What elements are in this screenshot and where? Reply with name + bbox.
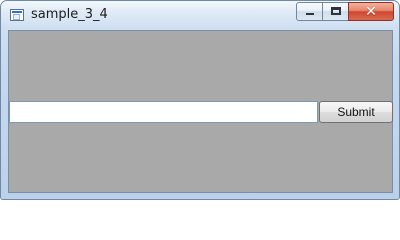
application-window-icon xyxy=(10,9,24,21)
minimize-icon xyxy=(306,13,314,15)
window-title: sample_3_4 xyxy=(31,7,108,22)
close-icon: ✕ xyxy=(365,4,377,20)
minimize-button[interactable] xyxy=(296,2,323,21)
submit-button[interactable]: Submit xyxy=(319,101,393,123)
close-button[interactable]: ✕ xyxy=(348,2,394,21)
application-window: sample_3_4 ✕ Submit xyxy=(0,0,400,200)
window-client-area: Submit xyxy=(8,30,393,193)
window-titlebar[interactable]: sample_3_4 ✕ xyxy=(1,1,399,29)
text-input[interactable] xyxy=(9,101,318,123)
maximize-icon xyxy=(331,7,341,15)
maximize-button[interactable] xyxy=(322,2,349,21)
window-controls: ✕ xyxy=(296,2,394,21)
